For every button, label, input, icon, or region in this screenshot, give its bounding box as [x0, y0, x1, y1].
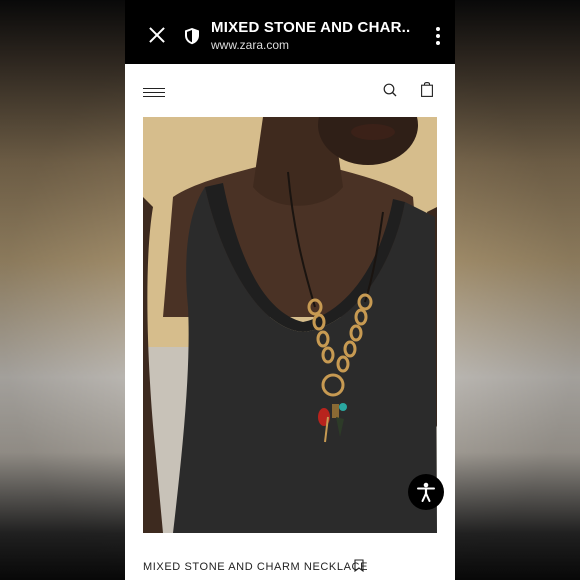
- more-vert-icon[interactable]: [436, 27, 440, 45]
- hamburger-icon[interactable]: [143, 88, 165, 98]
- site-header: [125, 64, 455, 116]
- accessibility-icon: [417, 482, 435, 502]
- accessibility-button[interactable]: [408, 474, 444, 510]
- product-photo: [143, 117, 437, 533]
- shopping-bag-icon[interactable]: [421, 82, 433, 97]
- bookmark-icon[interactable]: [354, 559, 364, 572]
- product-name[interactable]: MIXED STONE AND CHARM NECKLACE: [143, 561, 368, 573]
- phone-screen: MIXED STONE AND CHAR... www.zara.com MIX…: [125, 0, 455, 580]
- page-url[interactable]: www.zara.com: [211, 38, 289, 52]
- shield-icon[interactable]: [184, 27, 200, 45]
- page-title: MIXED STONE AND CHAR...: [211, 19, 411, 36]
- browser-toolbar: MIXED STONE AND CHAR... www.zara.com: [125, 0, 455, 64]
- close-icon[interactable]: [149, 27, 165, 43]
- product-image[interactable]: [143, 117, 437, 533]
- search-icon[interactable]: [383, 83, 397, 97]
